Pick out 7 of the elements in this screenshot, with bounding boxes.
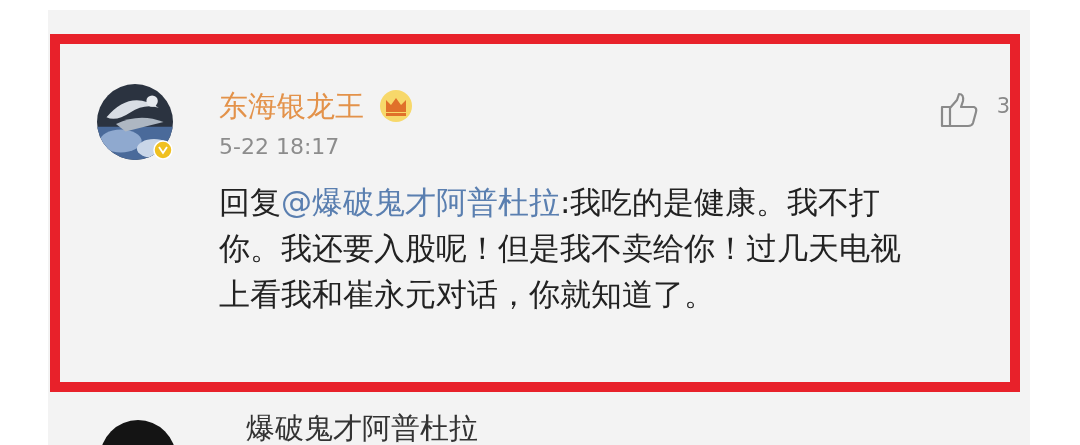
like-count: 3 — [996, 94, 1010, 118]
comment-text: 回复@爆破鬼才阿普杜拉:我吃的是健康。我不打你。我还要入股呢！但是我不卖给你！过几天电视上看我和崔永元对话，你就知道了。 — [219, 183, 902, 314]
author-name[interactable]: 爆破鬼才阿普杜拉 — [246, 410, 478, 445]
author-name[interactable]: 东海银龙王 — [219, 88, 364, 124]
comment-time: 5-22 18:17 — [219, 134, 341, 159]
thumbs-up-icon[interactable] — [938, 92, 979, 128]
mention-link[interactable]: @爆破鬼才阿普杜拉 — [281, 184, 560, 220]
